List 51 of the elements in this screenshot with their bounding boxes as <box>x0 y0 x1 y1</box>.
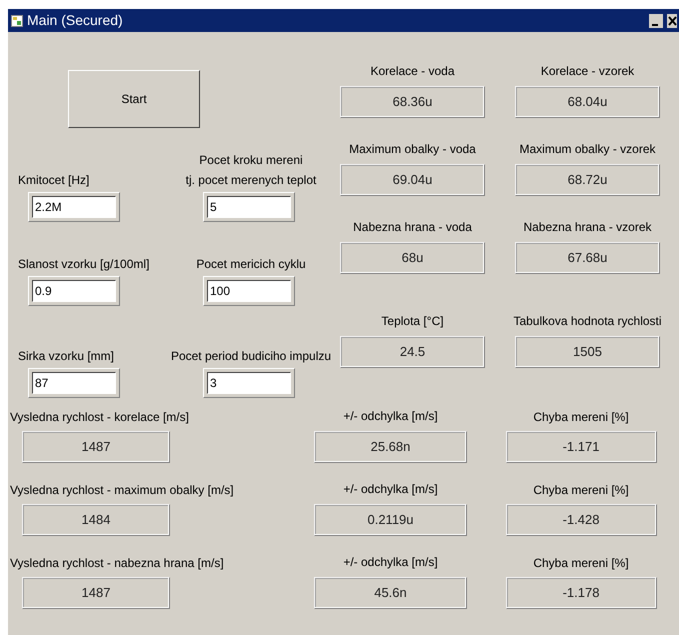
field-label: Chyba mereni [%] <box>533 409 629 426</box>
value-display: 68u <box>340 242 485 274</box>
field-label: Chyba mereni [%] <box>533 555 629 572</box>
field-label: Teplota [°C] <box>381 313 444 330</box>
value-display: -1.178 <box>506 577 656 609</box>
value-display: 0.2119u <box>314 504 467 536</box>
field-label: Pocet mericich cyklu <box>196 256 306 273</box>
field-label: +/- odchylka [m/s] <box>343 554 438 570</box>
value-display: 68.36u <box>340 86 485 118</box>
field-label: Vysledna rychlost - maximum obalky [m/s] <box>10 482 234 499</box>
app-icon <box>11 14 23 26</box>
field-label: Nabezna hrana - voda <box>353 219 472 236</box>
value-display: 68.04u <box>515 86 660 118</box>
field-label: Maximum obalky - vzorek <box>519 141 656 158</box>
value-display: 25.68n <box>314 431 467 463</box>
input-field[interactable]: 0.9 <box>28 276 120 306</box>
value-display: -1.171 <box>506 431 656 463</box>
field-label: Maximum obalky - voda <box>349 141 476 158</box>
minimize-icon[interactable] <box>649 14 663 28</box>
window-title: Main (Secured) <box>27 11 124 30</box>
field-label: Pocet kroku mereni tj. pocet merenych teplot <box>186 152 316 189</box>
field-label: Slanost vzorku [g/100ml] <box>18 256 150 273</box>
value-display: 45.6n <box>314 577 467 609</box>
field-label: Sirka vzorku [mm] <box>18 348 114 365</box>
input-field[interactable]: 5 <box>203 192 295 222</box>
field-label: Nabezna hrana - vzorek <box>523 219 652 236</box>
field-label: Vysledna rychlost - korelace [m/s] <box>10 409 189 426</box>
input-field[interactable]: 3 <box>203 368 295 398</box>
value-display: 68.72u <box>515 164 660 196</box>
value-display: 69.04u <box>340 164 485 196</box>
field-label: Pocet period budiciho impulzu <box>170 348 332 365</box>
value-display: 67.68u <box>515 242 660 274</box>
value-display: 1484 <box>22 504 170 536</box>
input-field[interactable]: 2.2M <box>28 192 120 222</box>
value-display: -1.428 <box>506 504 656 536</box>
value-display: 1487 <box>22 431 170 463</box>
field-label: +/- odchylka [m/s] <box>343 408 438 424</box>
field-label: Chyba mereni [%] <box>533 482 629 499</box>
field-label: Tabulkova hodnota rychlosti <box>513 313 662 330</box>
value-display: 24.5 <box>340 336 485 368</box>
value-display: 1505 <box>515 336 660 368</box>
field-label: Vysledna rychlost - nabezna hrana [m/s] <box>10 555 224 572</box>
field-label: Korelace - voda <box>370 63 455 80</box>
field-label: Kmitocet [Hz] <box>18 172 90 189</box>
input-field[interactable]: 87 <box>28 368 120 398</box>
field-label: Korelace - vzorek <box>540 63 634 80</box>
start-button[interactable]: Start <box>68 70 200 128</box>
input-field[interactable]: 100 <box>203 276 295 306</box>
value-display: 1487 <box>22 577 170 609</box>
close-icon[interactable] <box>667 14 677 28</box>
field-label: +/- odchylka [m/s] <box>343 481 438 497</box>
